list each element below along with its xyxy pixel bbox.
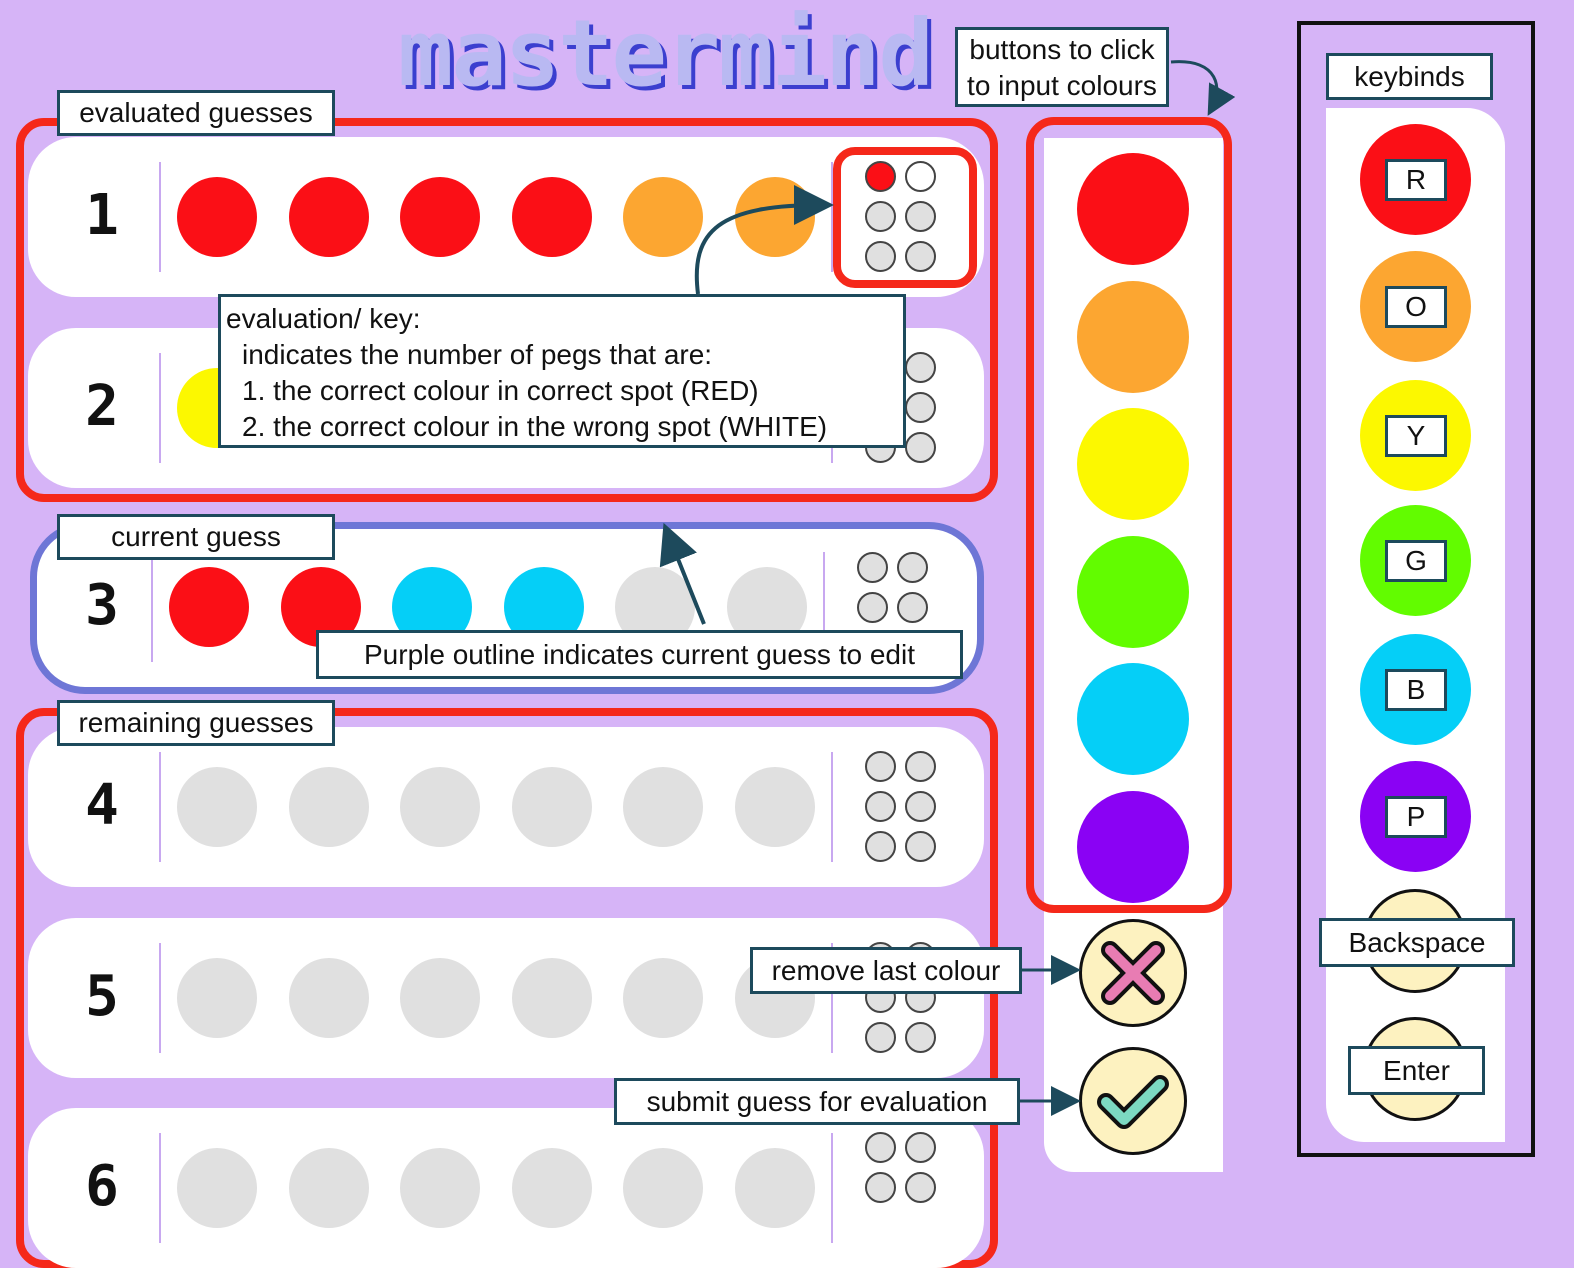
arrow-to-evaluation [694, 185, 834, 295]
arrow-to-current-outline [659, 522, 706, 625]
annotation-arrows [659, 60, 1236, 1116]
arrow-to-colour-buttons [1170, 60, 1236, 116]
